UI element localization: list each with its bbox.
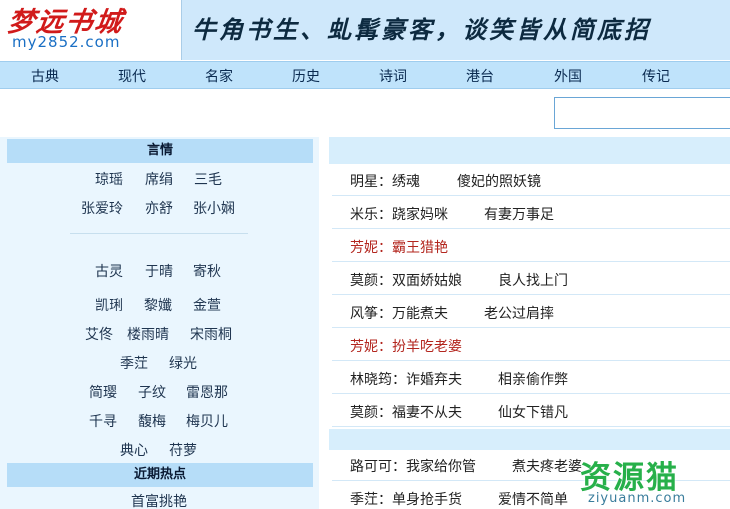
book-link[interactable]: 仙女下错凡: [498, 402, 568, 422]
list-item: 莫颜：福妻不从夫 仙女下错凡: [332, 396, 730, 427]
slogan-banner: 牛角书生、虬髯豪客，谈笑皆从简底招: [181, 0, 730, 60]
list-item: 风筝：万能煮夫 老公过肩摔: [332, 297, 730, 328]
list-item: 莫颜：双面娇姑娘 良人找上门: [332, 264, 730, 295]
nav-item-history[interactable]: 历史: [292, 66, 320, 86]
list-item: 芳妮：扮羊吃老婆: [332, 330, 730, 361]
author-link[interactable]: 张小娴: [193, 198, 235, 218]
book-link[interactable]: 芳妮：扮羊吃老婆: [350, 336, 462, 356]
author-link[interactable]: 黎孅: [144, 295, 172, 315]
site-logo[interactable]: 梦远书城 my2852.com: [0, 0, 180, 60]
book-link[interactable]: 有妻万事足: [484, 204, 554, 224]
section-title-hot: 近期热点: [7, 463, 313, 487]
book-link[interactable]: 芳妮：霸王猎艳: [350, 237, 448, 257]
author-link[interactable]: 苻萝: [169, 440, 197, 460]
nav-item-modern[interactable]: 现代: [118, 66, 146, 86]
book-link[interactable]: 风筝：万能煮夫: [350, 303, 448, 323]
author-link[interactable]: 绿光: [169, 353, 197, 373]
author-link[interactable]: 梅贝儿: [186, 411, 228, 431]
list-item: 林晓筠：诈婚弃夫 相亲偷作弊: [332, 363, 730, 394]
nav-item-biography[interactable]: 传记: [642, 66, 670, 86]
list-item: 米乐：跷家妈咪 有妻万事足: [332, 198, 730, 229]
author-link[interactable]: 金萱: [193, 295, 221, 315]
book-link[interactable]: 爱情不简单: [498, 489, 568, 509]
list-separator-bar: [329, 429, 730, 450]
author-link[interactable]: 三毛: [194, 169, 222, 189]
book-link[interactable]: 莫颜：福妻不从夫: [350, 402, 462, 422]
author-link[interactable]: 简璎: [89, 382, 117, 402]
author-link[interactable]: 宋雨桐: [190, 324, 232, 344]
author-link[interactable]: 凯琍: [95, 295, 123, 315]
author-link[interactable]: 季茳: [120, 353, 148, 373]
book-link[interactable]: 煮夫疼老婆: [512, 456, 582, 476]
nav-item-hktw[interactable]: 港台: [466, 66, 494, 86]
author-link[interactable]: 张爱玲: [81, 198, 123, 218]
author-link[interactable]: 艾佟: [85, 324, 113, 344]
book-link[interactable]: 路可可：我家给你管: [350, 456, 476, 476]
section-title-romance: 言情: [7, 139, 313, 163]
book-link[interactable]: 良人找上门: [498, 270, 568, 290]
nav-item-poetry[interactable]: 诗词: [379, 66, 407, 86]
sidebar: 言情 琼瑶 席绢 三毛 张爱玲 亦舒 张小娴 古灵 于晴 寄秋 凯琍 黎孅 金萱…: [0, 137, 319, 509]
author-link[interactable]: 琼瑶: [95, 169, 123, 189]
author-link[interactable]: 寄秋: [193, 261, 221, 281]
author-link[interactable]: 古灵: [95, 261, 123, 281]
sidebar-divider: [70, 233, 248, 234]
list-item: 明星：绣魂 傻妃的照妖镜: [332, 165, 730, 196]
hot-link[interactable]: 首富挑艳: [131, 491, 187, 509]
watermark-url: ziyuanm.com: [588, 491, 687, 506]
author-link[interactable]: 子纹: [138, 382, 166, 402]
list-item: 芳妮：霸王猎艳: [332, 231, 730, 262]
site-header: 梦远书城 my2852.com 牛角书生、虬髯豪客，谈笑皆从简底招: [0, 0, 730, 60]
author-link[interactable]: 于晴: [145, 261, 173, 281]
watermark: 资源猫 ziyuanm.com: [576, 452, 730, 509]
nav-item-famous[interactable]: 名家: [205, 66, 233, 86]
book-link[interactable]: 傻妃的照妖镜: [457, 171, 541, 191]
slogan-text: 牛角书生、虬髯豪客，谈笑皆从简底招: [192, 15, 651, 44]
nav-item-classic[interactable]: 古典: [31, 66, 59, 86]
list-header-bar: [329, 137, 730, 164]
book-link[interactable]: 老公过肩摔: [484, 303, 554, 323]
author-link[interactable]: 千寻: [89, 411, 117, 431]
book-link[interactable]: 季茳：单身抢手货: [350, 489, 462, 509]
author-link[interactable]: 馥梅: [138, 411, 166, 431]
author-link[interactable]: 楼雨晴: [127, 324, 169, 344]
nav-item-foreign[interactable]: 外国: [554, 66, 582, 86]
main-nav: 古典 现代 名家 历史 诗词 港台 外国 传记: [0, 61, 730, 89]
author-link[interactable]: 亦舒: [145, 198, 173, 218]
author-link[interactable]: 席绢: [145, 169, 173, 189]
book-link[interactable]: 莫颜：双面娇姑娘: [350, 270, 462, 290]
page: 梦远书城 my2852.com 牛角书生、虬髯豪客，谈笑皆从简底招 古典 现代 …: [0, 0, 730, 509]
author-link[interactable]: 雷恩那: [186, 382, 228, 402]
author-link[interactable]: 典心: [120, 440, 148, 460]
logo-url: my2852.com: [12, 33, 121, 51]
book-link[interactable]: 明星：绣魂: [350, 171, 420, 191]
book-link[interactable]: 相亲偷作弊: [498, 369, 568, 389]
book-link[interactable]: 林晓筠：诈婚弃夫: [350, 369, 462, 389]
search-input[interactable]: [554, 97, 730, 129]
book-link[interactable]: 米乐：跷家妈咪: [350, 204, 448, 224]
